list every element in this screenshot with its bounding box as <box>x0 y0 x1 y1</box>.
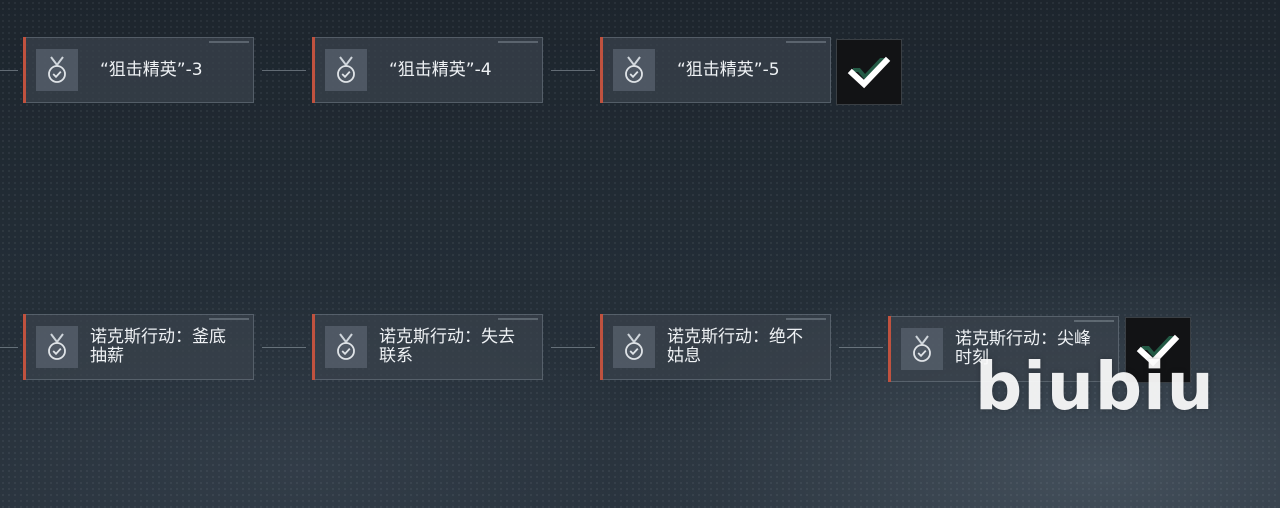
node-top-decoration <box>786 41 826 43</box>
task-node-knox-op-3[interactable]: 诺克斯行动：绝不 姑息 <box>600 314 831 380</box>
task-node-knox-op-1[interactable]: 诺克斯行动：釜底 抽薪 <box>23 314 254 380</box>
completion-badge <box>836 39 902 105</box>
medal-check-icon <box>901 328 943 370</box>
connector-line <box>839 347 883 348</box>
node-top-decoration <box>498 318 538 320</box>
medal-check-icon <box>36 49 78 91</box>
task-node-sniper-elite-3[interactable]: “狙击精英”-3 <box>23 37 254 103</box>
connector-line <box>0 347 18 348</box>
node-label: “狙击精英”-3 <box>100 59 203 80</box>
medal-check-icon <box>325 49 367 91</box>
connector-line <box>551 347 595 348</box>
checkmark-icon <box>847 56 891 89</box>
node-top-decoration <box>1074 320 1114 322</box>
node-top-decoration <box>786 318 826 320</box>
medal-check-icon <box>36 326 78 368</box>
node-label: 诺克斯行动：绝不 姑息 <box>667 327 803 366</box>
watermark-logo: biubiu <box>975 348 1215 425</box>
connector-line <box>551 70 595 71</box>
medal-check-icon <box>325 326 367 368</box>
task-node-knox-op-2[interactable]: 诺克斯行动：失去 联系 <box>312 314 543 380</box>
medal-check-icon <box>613 49 655 91</box>
node-top-decoration <box>209 41 249 43</box>
node-top-decoration <box>209 318 249 320</box>
task-node-sniper-elite-5[interactable]: “狙击精英”-5 <box>600 37 831 103</box>
node-top-decoration <box>498 41 538 43</box>
connector-line <box>262 347 306 348</box>
node-label: 诺克斯行动：失去 联系 <box>379 327 515 366</box>
connector-line <box>262 70 306 71</box>
node-label: “狙击精英”-4 <box>389 59 492 80</box>
node-label: “狙击精英”-5 <box>677 59 780 80</box>
medal-check-icon <box>613 326 655 368</box>
connector-line <box>0 70 18 71</box>
task-node-sniper-elite-4[interactable]: “狙击精英”-4 <box>312 37 543 103</box>
node-label: 诺克斯行动：釜底 抽薪 <box>90 327 226 366</box>
